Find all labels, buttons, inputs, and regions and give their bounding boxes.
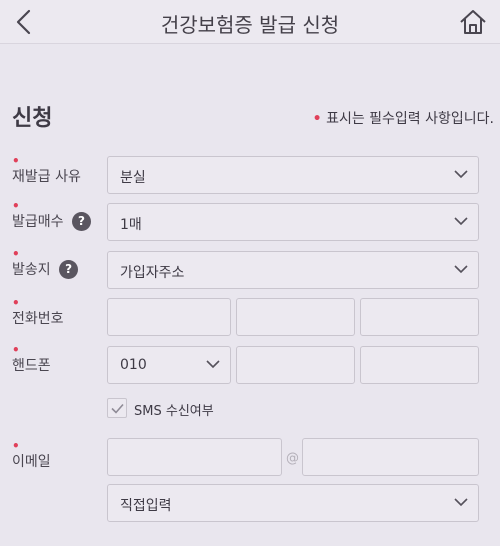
chevron-down-icon — [454, 265, 468, 274]
check-icon — [110, 403, 124, 414]
home-icon — [460, 10, 486, 34]
required-dot: • — [312, 111, 322, 127]
required-note: • 표시는 필수입력 사항입니다. — [313, 108, 494, 128]
help-icon[interactable]: ? — [59, 259, 79, 279]
email-local-input[interactable] — [107, 438, 282, 476]
email-domain-select[interactable]: 직접입력 — [107, 484, 479, 522]
email-label: • 이메일 — [12, 439, 51, 470]
issue-count-label: • 발급매수 ? — [12, 199, 91, 231]
chevron-down-icon — [206, 360, 220, 369]
email-domain-input[interactable] — [302, 438, 479, 476]
chevron-down-icon — [454, 498, 468, 507]
phone-part1-input[interactable] — [107, 298, 231, 336]
reissue-reason-label: • 재발급 사유 — [12, 154, 81, 185]
required-note-text: 표시는 필수입력 사항입니다. — [326, 111, 494, 127]
send-location-select[interactable]: 가입자주소 — [107, 251, 479, 289]
app-header: 건강보험증 발급 신청 — [0, 0, 500, 44]
mobile-part3-input[interactable] — [360, 346, 479, 384]
page-title: 건강보험증 발급 신청 — [160, 13, 340, 37]
phone-label: • 전화번호 — [12, 296, 64, 327]
reissue-reason-value: 분실 — [120, 170, 146, 186]
home-button[interactable] — [454, 4, 492, 40]
phone-part2-input[interactable] — [236, 298, 355, 336]
at-sign: @ — [286, 451, 299, 466]
issue-count-select[interactable]: 1매 — [107, 203, 479, 241]
issue-count-value: 1매 — [120, 217, 142, 233]
help-icon[interactable]: ? — [71, 211, 91, 231]
chevron-down-icon — [454, 217, 468, 226]
mobile-prefix-value: 010 — [120, 357, 147, 373]
mobile-part2-input[interactable] — [236, 346, 355, 384]
reissue-reason-select[interactable]: 분실 — [107, 156, 479, 194]
send-location-value: 가입자주소 — [120, 265, 185, 281]
send-location-label: • 발송지 ? — [12, 247, 79, 279]
sms-label: SMS 수신여부 — [134, 404, 214, 419]
sms-checkbox[interactable] — [107, 398, 127, 418]
phone-part3-input[interactable] — [360, 298, 479, 336]
mobile-label: • 핸드폰 — [12, 343, 51, 374]
section-title: 신청 — [12, 106, 53, 131]
email-domain-select-value: 직접입력 — [120, 498, 172, 514]
mobile-prefix-select[interactable]: 010 — [107, 346, 231, 384]
chevron-down-icon — [454, 170, 468, 179]
